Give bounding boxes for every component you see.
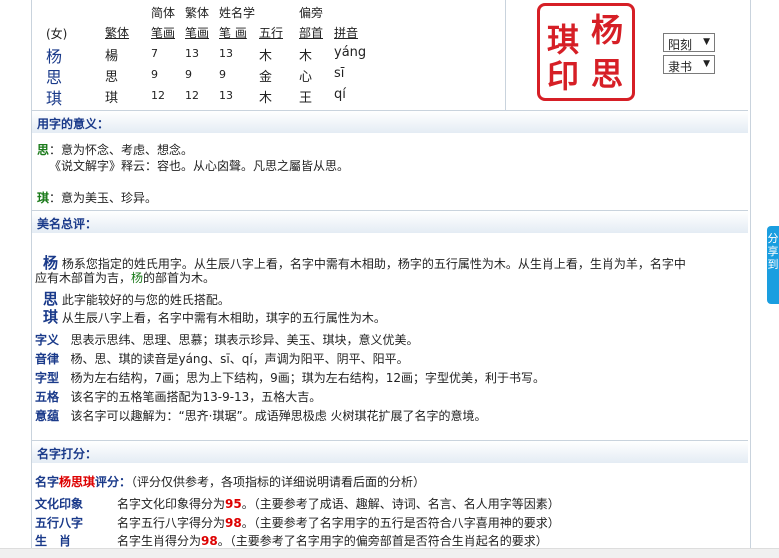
col-jian-bihua: 笔画: [151, 26, 176, 40]
seal-char: 印: [547, 57, 580, 95]
chevron-down-icon: ▼: [703, 59, 710, 69]
col-wuxing: 五行: [259, 26, 284, 40]
row-fan: 9: [185, 68, 192, 81]
row-xm: 9: [219, 68, 226, 81]
meaning-si-quote: 《说文解字》释云：容也。从心囟聲。凡思之屬皆从思。: [49, 159, 350, 173]
row-pinyin: qí: [334, 87, 346, 102]
share-side-tab[interactable]: 分享到: [767, 226, 779, 304]
score-row-culture: 文化印象 名字文化印象得分为95。（主要参考了成语、趣解、诗词、名言、名人用字等因…: [35, 497, 560, 511]
row-fan: 13: [185, 47, 199, 60]
row-fan: 12: [185, 89, 199, 102]
row-jian: 9: [151, 68, 158, 81]
score-row-zodiac: 生 肖名字生肖得分为98。（主要参考了名字用字的偏旁部首是否符合生肖起名的要求）: [35, 534, 548, 548]
row-name-qi: 琪: [46, 89, 63, 108]
col-xm-bihua: 笔 画: [219, 26, 247, 40]
name-seal-image: 杨 琪 思 印: [537, 3, 635, 101]
seal-char: 杨: [591, 11, 624, 49]
col-top-jianti: 简体: [151, 6, 176, 20]
row-jian: 12: [151, 89, 165, 102]
chevron-down-icon: ▼: [703, 37, 710, 47]
row-wuxing: 金: [259, 70, 273, 85]
seal-char: 琪: [547, 21, 580, 59]
col-fanti: 繁体: [105, 26, 130, 40]
meaning-si-line: 思：意为怀念、考虑、想念。: [37, 143, 194, 157]
seal-char: 思: [591, 55, 624, 93]
row-wuxing: 木: [259, 91, 273, 106]
col-pinyin: 拼音: [334, 26, 359, 40]
section-header-review: 美名总评：: [32, 210, 748, 233]
row-bushou: 木: [299, 49, 313, 64]
seal-style-select[interactable]: 阳刻 ▼: [663, 33, 715, 52]
row-xm: 13: [219, 47, 233, 60]
row-pinyin: sī: [334, 66, 345, 81]
row-bushou: 心: [299, 70, 313, 85]
row-trad: 楊: [105, 49, 119, 64]
review-qi-line: 琪 从生辰八字上看，名字中需有木相助，琪字的五行属性为木。: [43, 308, 386, 326]
section-header-score: 名字打分：: [32, 440, 748, 463]
col-top-xingmingxue: 姓名学: [219, 6, 256, 20]
col-fan-bihua: 笔画: [185, 26, 210, 40]
col-top-pianpang: 偏旁: [299, 6, 324, 20]
review-row-shape: 字型 杨为左右结构，7画；思为上下结构，9画；琪为左右结构，12画；字型优美，利…: [35, 371, 546, 385]
review-row-connotation: 意蕴 该名字可以趣解为：“思齐·琪琚”。成语殚思极虑 火树琪花扩展了名字的意境。: [35, 409, 487, 423]
col-top-fanti: 繁体: [185, 6, 210, 20]
score-row-wuxing: 五行八字 名字五行八字得分为98。（主要参考了名字用字的五行是否符合八字喜用神的要…: [35, 516, 560, 530]
row-wuxing: 木: [259, 49, 273, 64]
review-row-sound: 音律 杨、思、琪的读音是yáng、sī、qí，声调为阳平、阴平、阳平。: [35, 352, 409, 366]
meaning-qi-line: 琪：意为美玉、珍异。: [37, 191, 158, 205]
row-jian: 7: [151, 47, 158, 60]
row-trad: 琪: [105, 91, 119, 106]
review-row-meaning: 字义 思表示思纬、思理、思慕；琪表示珍异、美玉、琪块，意义优美。: [35, 333, 419, 347]
score-intro: 名字杨思琪评分：（评分仅供参考，各项指标的详细说明请看后面的分析）: [35, 475, 426, 489]
row-trad: 思: [105, 70, 119, 85]
row-pinyin: yáng: [334, 45, 367, 60]
header-divider: [505, 0, 506, 110]
row-xm: 13: [219, 89, 233, 102]
col-bushou: 部首: [299, 26, 324, 40]
row-bushou: 王: [299, 91, 313, 106]
review-row-wuge: 五格 该名字的五格笔画搭配为13-9-13，五格大吉。: [35, 390, 322, 404]
review-yang-line2: 应有木部首为吉，杨的部首为木。: [35, 271, 216, 285]
font-style-select[interactable]: 隶书 ▼: [663, 55, 715, 74]
section-header-meaning: 用字的意义：: [32, 110, 748, 133]
gender-label: (女): [46, 27, 68, 41]
